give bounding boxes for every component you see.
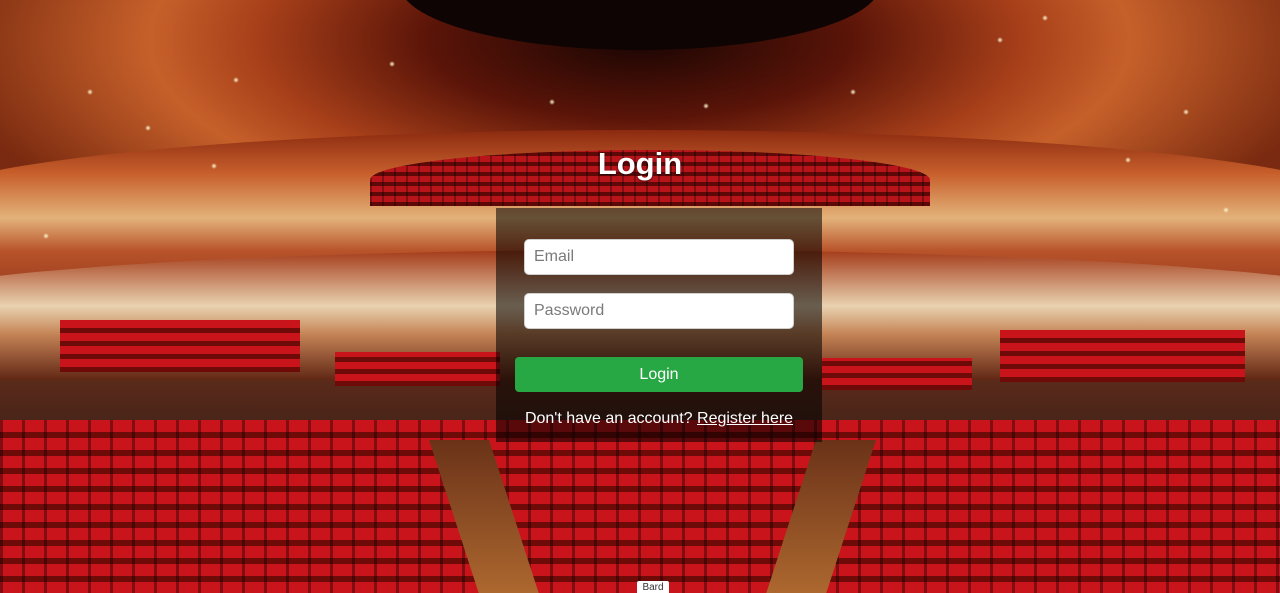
register-prompt-line: Don't have an account? Register here <box>496 410 822 428</box>
password-field[interactable] <box>524 293 794 329</box>
page-title: Login <box>597 146 683 181</box>
register-prompt-text: Don't have an account? <box>524 410 693 427</box>
register-link[interactable]: Register here <box>697 410 793 427</box>
email-field[interactable] <box>524 239 794 275</box>
login-button[interactable]: Login <box>515 357 803 392</box>
bard-badge[interactable]: Bard <box>637 581 669 593</box>
